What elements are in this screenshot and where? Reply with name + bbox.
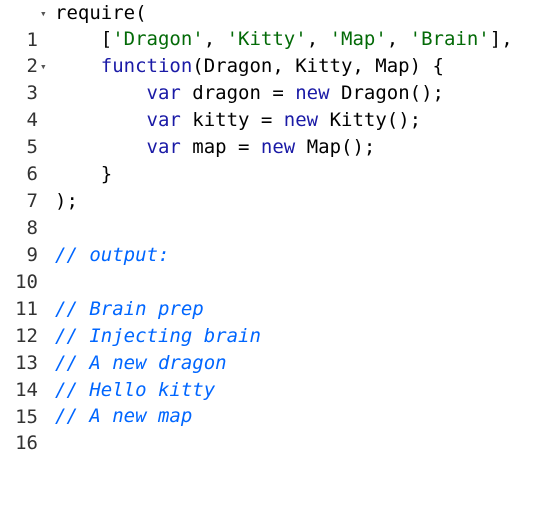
code-token: Map(); [295,136,376,158]
keyword-token: function [100,55,193,77]
keyword-token: var [146,136,181,158]
code-text: } [55,161,112,188]
code-line[interactable]: 10 // output: [0,242,537,293]
code-line[interactable]: 8 ); [0,188,537,239]
code-line[interactable]: 15 // Hello kitty [0,377,537,428]
code-token: ], [489,28,513,50]
code-line[interactable]: 9 [0,215,537,266]
code-text: // A new map [55,403,192,430]
code-line[interactable]: 2 ['Dragon', 'Kitty', 'Map', 'Brain'], [0,26,537,77]
line-number: 16 [15,432,38,454]
code-text: // Brain prep [55,296,204,323]
code-text: var map = new Map(); [55,134,376,161]
code-token: , [306,28,330,50]
code-line[interactable]: 16 // A new map [0,403,537,454]
code-text: ['Dragon', 'Kitty', 'Map', 'Brain'], [55,26,513,53]
code-line[interactable]: 1 ▾ require( [0,0,537,51]
fold-arrow-icon[interactable]: ▾ [40,0,52,27]
code-line[interactable]: 6 var map = new Map(); [0,134,537,185]
code-token: (Dragon, Kitty, Map) { [192,55,444,77]
comment-token: // A new dragon [55,352,227,374]
code-text: ); [55,188,78,215]
comment-token: // A new map [55,405,193,427]
comment-token: // output: [55,244,170,266]
code-text: require( [55,0,147,27]
keyword-token: new [283,109,319,131]
code-text: // Injecting brain [55,323,261,350]
code-token: require( [55,2,147,24]
code-line[interactable]: 13 // Injecting brain [0,323,537,374]
string-literal: 'Dragon' [112,28,204,50]
code-text: // A new dragon [55,350,227,377]
code-text: var kitty = new Kitty(); [55,107,422,134]
code-line[interactable]: 14 // A new dragon [0,350,537,401]
code-token: kitty = [180,109,284,131]
string-literal: 'Brain' [409,28,490,50]
code-text: // Hello kitty [55,377,215,404]
code-text: // output: [55,242,169,269]
keyword-token: new [260,136,296,158]
comment-token: // Brain prep [55,298,204,320]
code-line[interactable]: 3 ▾ function(Dragon, Kitty, Map) { [0,53,537,104]
code-token: } [55,163,113,185]
code-line[interactable]: 12 // Brain prep [0,296,537,347]
code-line[interactable]: 5 var kitty = new Kitty(); [0,107,537,158]
code-token: map = [180,136,261,158]
string-literal: 'Kitty' [226,28,307,50]
code-token: Kitty(); [318,109,422,131]
fold-arrow-icon[interactable]: ▾ [40,53,52,80]
comment-token: // Hello kitty [55,379,216,401]
string-literal: 'Map' [329,28,387,50]
code-line[interactable]: 11 [0,269,537,320]
code-line[interactable]: 4 var dragon = new Dragon(); [0,80,537,131]
code-token: dragon = [180,82,296,104]
code-token: , [203,28,227,50]
code-line[interactable]: 7 } [0,161,537,212]
code-text: function(Dragon, Kitty, Map) { [55,53,444,80]
code-token: [ [55,28,113,50]
keyword-token: new [295,82,330,104]
code-text: var dragon = new Dragon(); [55,80,444,107]
keyword-token: var [146,109,181,131]
keyword-token: var [146,82,181,104]
code-editor[interactable]: 1 ▾ require( 2 ['Dragon', 'Kitty', 'Map'… [0,0,537,454]
code-token: ); [55,190,78,212]
code-token: , [386,28,410,50]
code-token: Dragon(); [329,82,444,104]
comment-token: // Injecting brain [55,325,261,347]
